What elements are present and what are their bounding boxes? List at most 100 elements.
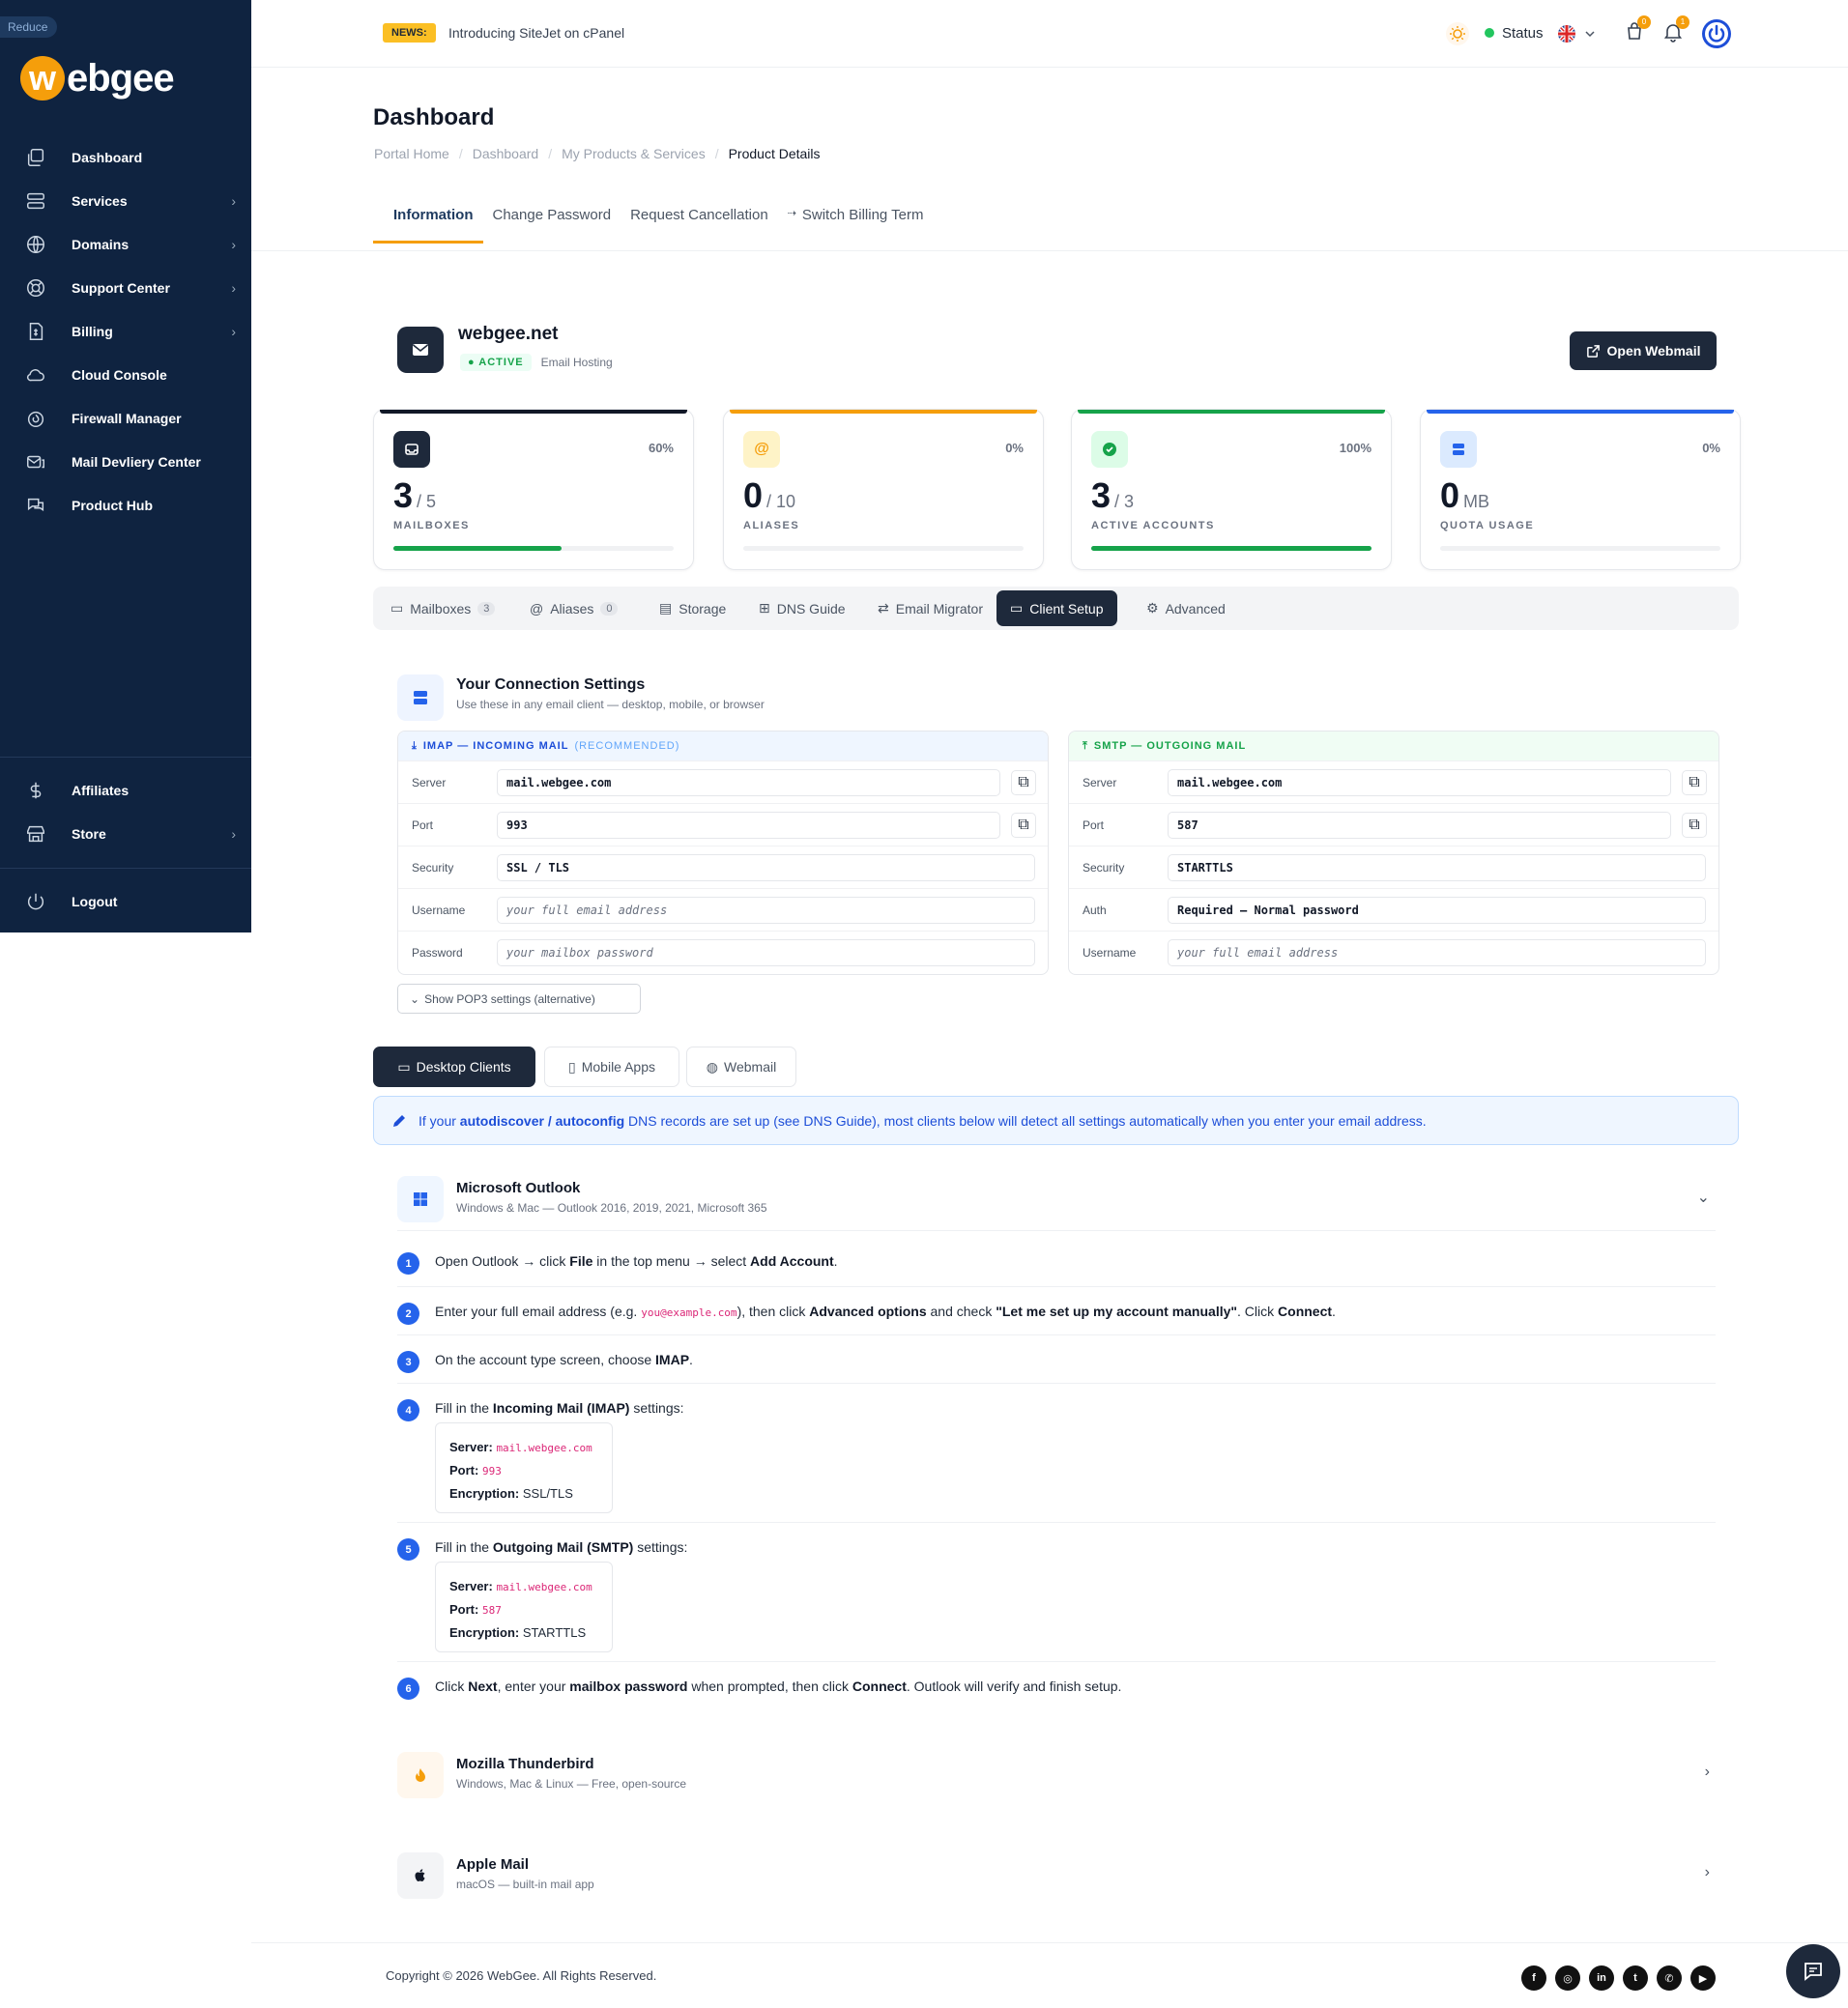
whatsapp-icon[interactable]: ✆ (1657, 1965, 1682, 1991)
tab-switch-billing-term[interactable]: ⇢ Switch Billing Term (778, 193, 934, 244)
thunderbird-header[interactable]: Mozilla Thunderbird Windows, Mac & Linux… (397, 1752, 1716, 1806)
tab-request-cancellation[interactable]: Request Cancellation (621, 193, 778, 244)
chat-bubble-icon (1805, 1963, 1822, 1981)
imap-server-value[interactable]: mail.webgee.com (497, 768, 1000, 796)
sidebar-item-services[interactable]: Services › (0, 179, 251, 222)
tab-change-password[interactable]: Change Password (483, 193, 621, 244)
account-power-icon[interactable] (1701, 18, 1732, 49)
imap-password-value[interactable]: your mailbox password (497, 938, 1035, 966)
subtab-advanced[interactable]: ⚙ Advanced (1133, 590, 1239, 626)
breadcrumb-products[interactable]: My Products & Services (562, 146, 706, 161)
copy-icon[interactable]: ⧉ (1011, 769, 1036, 795)
imap-port-value[interactable]: 993 (497, 811, 1000, 839)
sidebar-item-support-center[interactable]: Support Center › (0, 266, 251, 309)
stat-percent: 0% (1702, 441, 1720, 455)
chevron-down-icon[interactable] (1583, 27, 1597, 41)
sidebar-item-label: Cloud Console (72, 366, 167, 383)
copy-icon[interactable]: ⧉ (1682, 812, 1707, 838)
smtp-security-label: Security (1083, 860, 1125, 875)
imap-panel: ⤓ IMAP — INCOMING MAIL (RECOMMENDED) Serve… (397, 731, 1049, 975)
sidebar-item-affiliates[interactable]: Affiliates (0, 768, 251, 812)
chat-widget-button[interactable] (1786, 1944, 1840, 1998)
breadcrumb-dashboard[interactable]: Dashboard (473, 146, 539, 161)
smtp-security-value[interactable]: STARTTLS (1168, 853, 1706, 881)
sun-icon[interactable] (1445, 21, 1470, 46)
smtp-settings-box: Server: mail.webgee.com Port: 587 Encryp… (435, 1562, 613, 1652)
step-number: 2 (397, 1303, 419, 1325)
chevron-right-icon: › (231, 192, 236, 209)
youtube-icon[interactable]: ▶ (1690, 1965, 1716, 1991)
apple-mail-header[interactable]: Apple Mail macOS — built-in mail app › (397, 1852, 1716, 1907)
sidebar-item-dashboard[interactable]: Dashboard (0, 135, 251, 179)
upload-icon: ⤒ (1083, 739, 1088, 752)
sidebar-item-product-hub[interactable]: Product Hub (0, 483, 251, 527)
sidebar-item-firewall-manager[interactable]: Firewall Manager (0, 396, 251, 440)
imap-username-value[interactable]: your full email address (497, 896, 1035, 924)
cart-button[interactable]: 0 (1624, 15, 1651, 43)
sidebar-item-logout[interactable]: Logout (0, 879, 251, 923)
stat-progress (393, 546, 674, 551)
chevron-right-icon[interactable]: › (1705, 1864, 1710, 1881)
breadcrumb-separator: / (714, 146, 719, 161)
tab-mobile-apps[interactable]: ▯ Mobile Apps (544, 1047, 679, 1087)
at-icon: @ (530, 600, 544, 617)
subtab-storage[interactable]: ▤ Storage (646, 590, 739, 626)
app-name: Apple Mail (456, 1856, 530, 1873)
tab-information[interactable]: Information (373, 193, 483, 244)
sidebar-item-cloud-console[interactable]: Cloud Console (0, 353, 251, 396)
step-text: On the account type screen, choose IMAP. (435, 1352, 693, 1367)
stat-label: ALIASES (743, 520, 800, 531)
reduce-sidebar-button[interactable]: Reduce (0, 16, 58, 38)
page-title: Dashboard (373, 104, 495, 130)
smtp-server-value[interactable]: mail.webgee.com (1168, 768, 1671, 796)
twitter-icon[interactable]: t (1623, 1965, 1648, 1991)
sidebar-item-billing[interactable]: Billing › (0, 309, 251, 353)
status-link[interactable]: Status (1485, 17, 1544, 48)
smtp-auth-value[interactable]: Required — Normal password (1168, 896, 1706, 924)
chevron-down-icon[interactable]: ⌄ (1697, 1188, 1710, 1207)
news-ticker-link[interactable]: Introducing SiteJet on cPanel (448, 25, 624, 41)
uk-flag-icon[interactable] (1556, 23, 1577, 44)
breadcrumb-portal-home[interactable]: Portal Home (374, 146, 449, 161)
step-4: 4 Fill in the Incoming Mail (IMAP) setti… (397, 1383, 1716, 1522)
notifications-button[interactable]: 1 (1662, 15, 1689, 43)
tab-webmail[interactable]: ◍ Webmail (686, 1047, 796, 1087)
instagram-icon[interactable]: ◎ (1555, 1965, 1580, 1991)
connection-subtitle: Use these in any email client — desktop,… (456, 698, 765, 711)
logo[interactable]: w ebgee (20, 56, 175, 100)
linkedin-icon[interactable]: in (1589, 1965, 1614, 1991)
stat-progress (1440, 546, 1720, 551)
breadcrumb-current: Product Details (728, 146, 821, 161)
stat-card-mailboxes: 60% 3/ 5 MAILBOXES (373, 409, 694, 570)
copy-icon[interactable]: ⧉ (1011, 812, 1036, 838)
chevron-right-icon[interactable]: › (1705, 1764, 1710, 1781)
stat-progress (743, 546, 1024, 551)
open-webmail-button[interactable]: Open Webmail (1570, 331, 1717, 370)
copy-icon[interactable]: ⧉ (1682, 769, 1707, 795)
facebook-icon[interactable]: f (1521, 1965, 1546, 1991)
sidebar-item-label: Services (72, 192, 128, 209)
sidebar-item-domains[interactable]: Domains › (0, 222, 251, 266)
breadcrumb-separator: / (548, 146, 553, 161)
tab-desktop-clients[interactable]: ▭ Desktop Clients (373, 1047, 535, 1087)
subtab-mailboxes[interactable]: ▭ Mailboxes 3 (377, 590, 508, 626)
copyright: Copyright © 2026 WebGee. All Rights Rese… (386, 1968, 657, 1983)
breadcrumb-separator: / (458, 146, 463, 161)
show-pop3-button[interactable]: ⌄ Show POP3 settings (alternative) (397, 984, 641, 1014)
sidebar-item-store[interactable]: Store › (0, 812, 251, 855)
open-webmail-label: Open Webmail (1606, 343, 1701, 359)
subtab-dns-guide[interactable]: ⊞ DNS Guide (745, 590, 859, 626)
subtab-aliases[interactable]: @ Aliases 0 (516, 590, 631, 626)
smtp-username-value[interactable]: your full email address (1168, 938, 1706, 966)
imap-username-label: Username (412, 903, 466, 917)
subtab-email-migrator[interactable]: ⇄ Email Migrator (864, 590, 996, 626)
product-status-row: ● ACTIVE Email Hosting (460, 354, 613, 371)
outlook-header[interactable]: Microsoft Outlook Windows & Mac — Outloo… (397, 1176, 1716, 1230)
subtab-client-setup[interactable]: ▭ Client Setup (996, 590, 1117, 626)
smtp-header: ⤒ SMTP — OUTGOING MAIL (1069, 731, 1718, 760)
smtp-port-value[interactable]: 587 (1168, 811, 1671, 839)
sidebar-item-mail-delivery-center[interactable]: Mail Devliery Center (0, 440, 251, 483)
imap-security-value[interactable]: SSL / TLS (497, 853, 1035, 881)
store-icon (27, 825, 44, 843)
sidebar-item-label: Domains (72, 236, 130, 252)
